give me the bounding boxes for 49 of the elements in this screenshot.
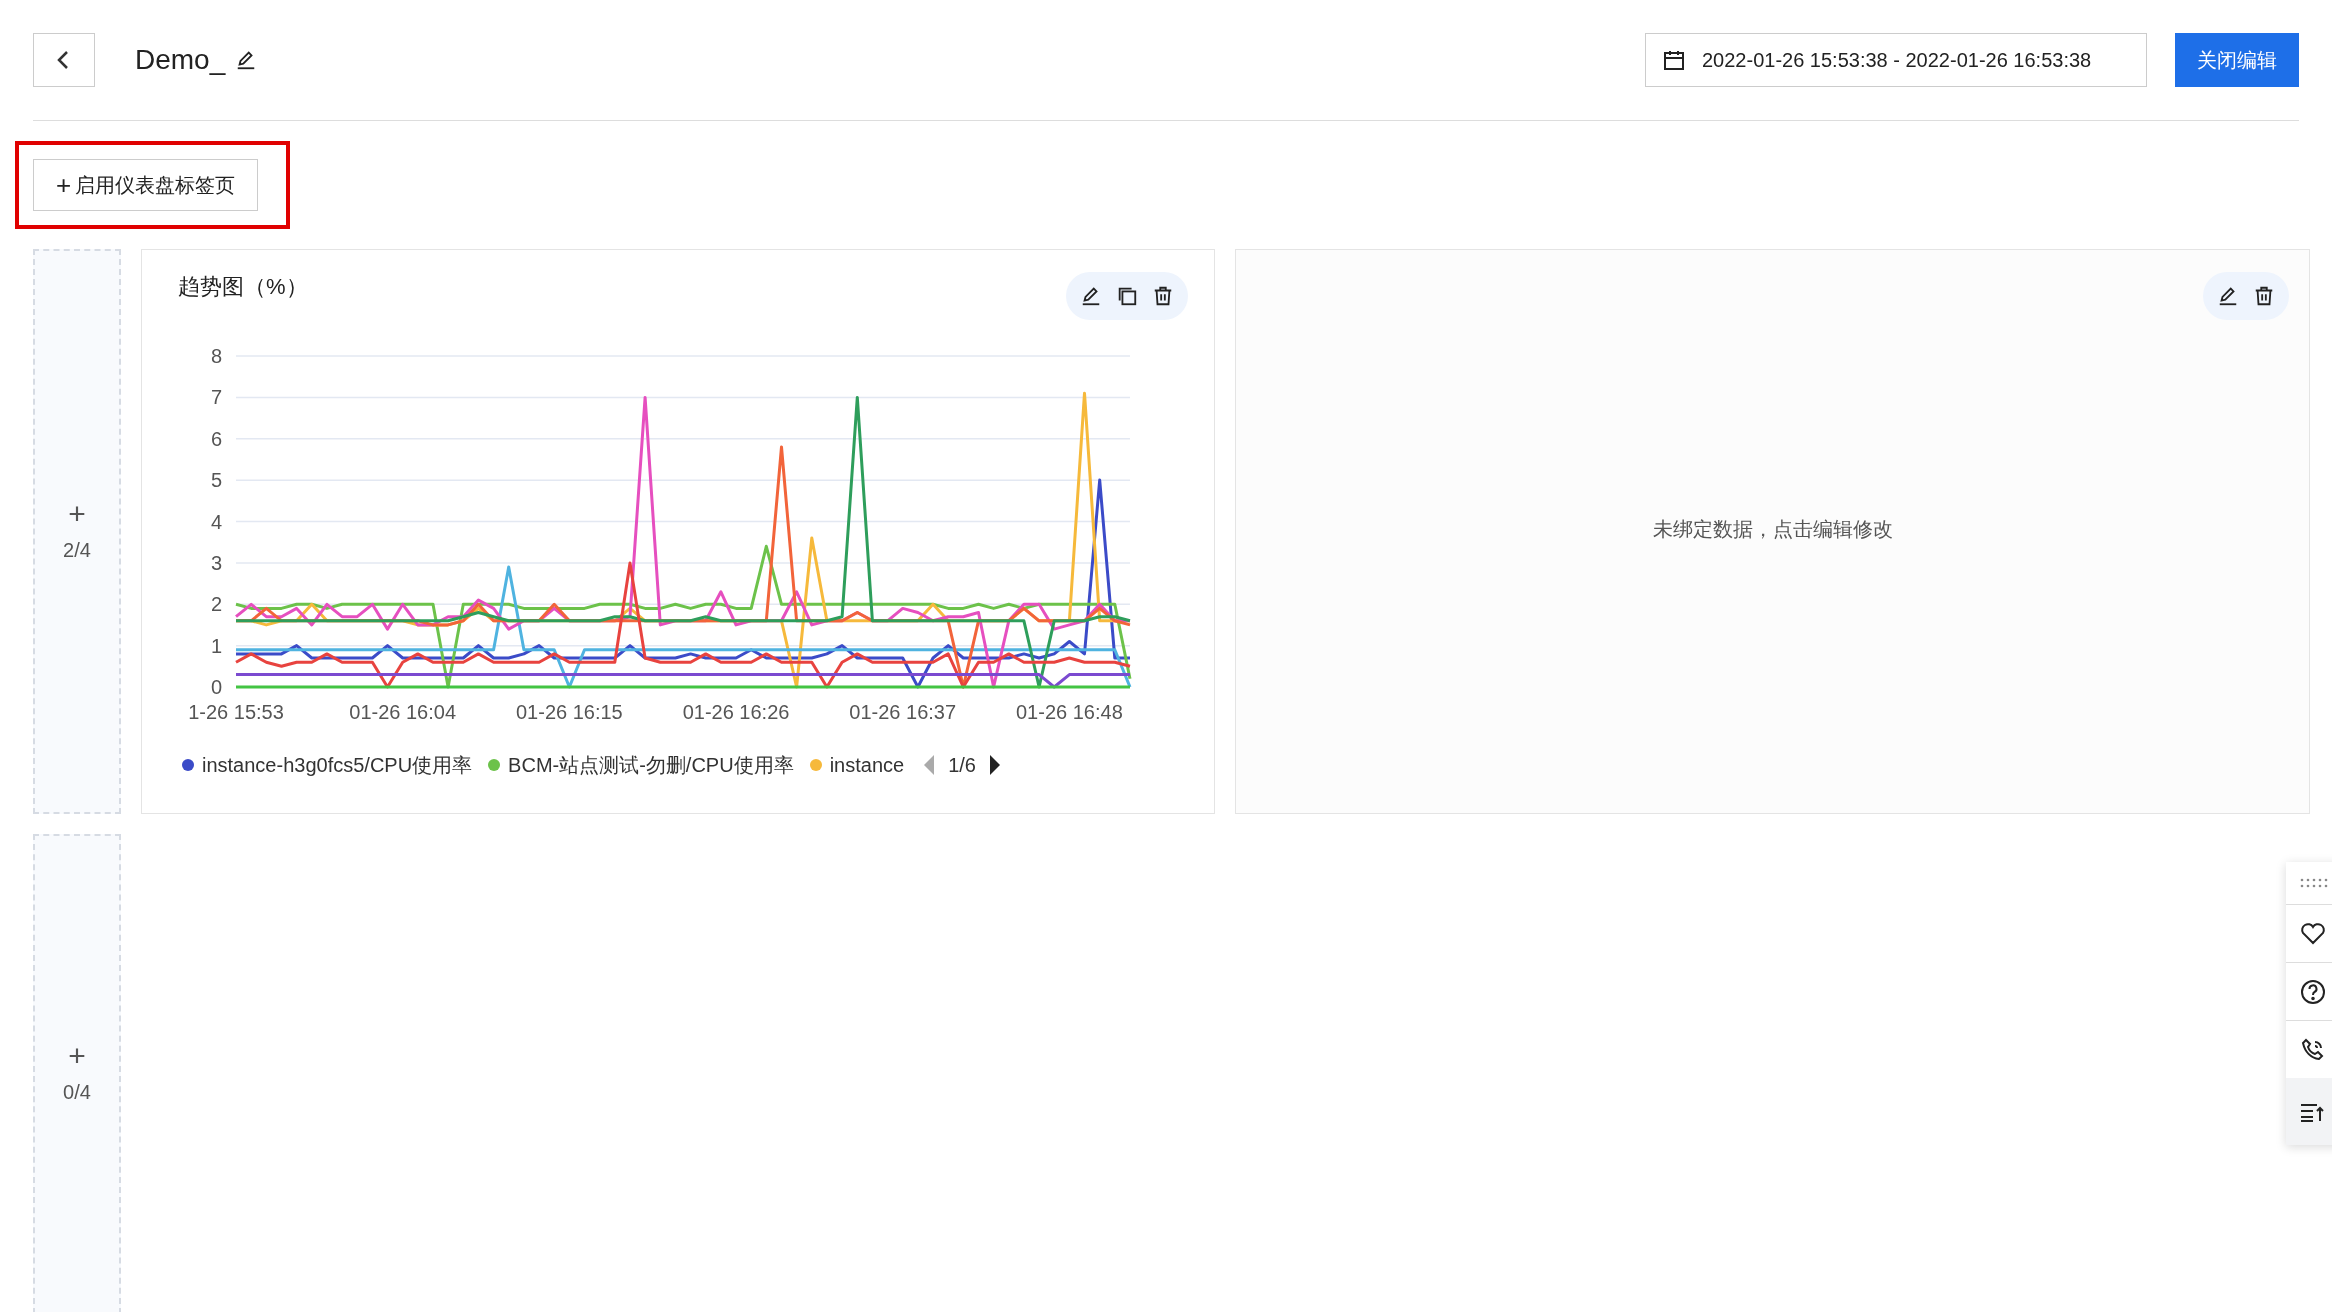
y-axis-label: 5 (210, 469, 222, 492)
help-icon[interactable] (2300, 978, 2326, 1005)
widget-counter: 2/4 (63, 537, 91, 563)
y-axis-label: 2 (210, 593, 222, 616)
date-range-text: 2022-01-26 15:53:38 - 2022-01-26 16:53:38 (1702, 48, 2092, 73)
add-widget-column[interactable]: + 0/4 (33, 834, 121, 1312)
dashboard-title: Demo_ (135, 43, 226, 77)
y-axis-label: 0 (210, 676, 222, 698)
legend-item[interactable]: instance-h3g0fcs5/CPU使用率 (182, 750, 473, 780)
legend-page-indicator: 1/6 (948, 753, 976, 778)
phone-icon[interactable] (2300, 1036, 2326, 1063)
edit-icon (1080, 285, 1102, 307)
x-axis-label: 01-26 16:15 (515, 701, 623, 723)
edit-icon (2217, 285, 2239, 307)
close-edit-button[interactable]: 关闭编辑 (2175, 33, 2299, 87)
enable-tabs-button[interactable]: +启用仪表盘标签页 (33, 159, 259, 211)
heart-icon[interactable] (2300, 921, 2326, 946)
delete-button[interactable] (2253, 285, 2275, 307)
edit-button[interactable] (1080, 285, 1102, 307)
y-axis-label: 4 (210, 510, 222, 533)
y-axis-label: 8 (210, 345, 222, 367)
delete-icon (1152, 285, 1174, 307)
calendar-icon (1662, 48, 1686, 72)
drag-handle-icon[interactable] (2300, 878, 2330, 888)
y-axis-label: 1 (210, 634, 222, 657)
x-axis-label: 01-26 16:48 (1016, 701, 1123, 723)
y-axis-label: 3 (210, 551, 222, 574)
x-axis-label: 1-26 15:53 (188, 701, 284, 723)
delete-icon (2253, 285, 2275, 307)
date-range-picker[interactable]: 2022-01-26 15:53:38 - 2022-01-26 16:53:38 (1645, 33, 2147, 87)
x-axis-label: 01-26 16:04 (349, 701, 457, 723)
back-to-top-icon[interactable] (2300, 1101, 2326, 1122)
legend-item[interactable]: instance (809, 750, 905, 780)
y-axis-label: 6 (210, 427, 222, 450)
add-widget-column[interactable]: + 2/4 (33, 249, 121, 814)
delete-button[interactable] (1152, 285, 1174, 307)
copy-button[interactable] (1116, 285, 1138, 307)
next-page-icon[interactable] (987, 754, 1002, 776)
add-icon: + (68, 498, 86, 529)
widget-counter: 0/4 (63, 1080, 91, 1105)
empty-message: 未绑定数据，点击编辑修改 (1652, 516, 1893, 542)
x-axis-label: 01-26 16:37 (849, 701, 957, 723)
copy-icon (1116, 285, 1138, 307)
chart-title: 趋势图（%） (178, 273, 308, 301)
y-axis-label: 7 (210, 386, 222, 409)
edit-button[interactable] (2217, 285, 2239, 307)
legend-item[interactable]: BCM-站点测试-勿删/CPU使用率 (488, 750, 794, 780)
x-axis-label: 01-26 16:26 (682, 701, 790, 723)
add-icon: + (68, 1041, 86, 1071)
